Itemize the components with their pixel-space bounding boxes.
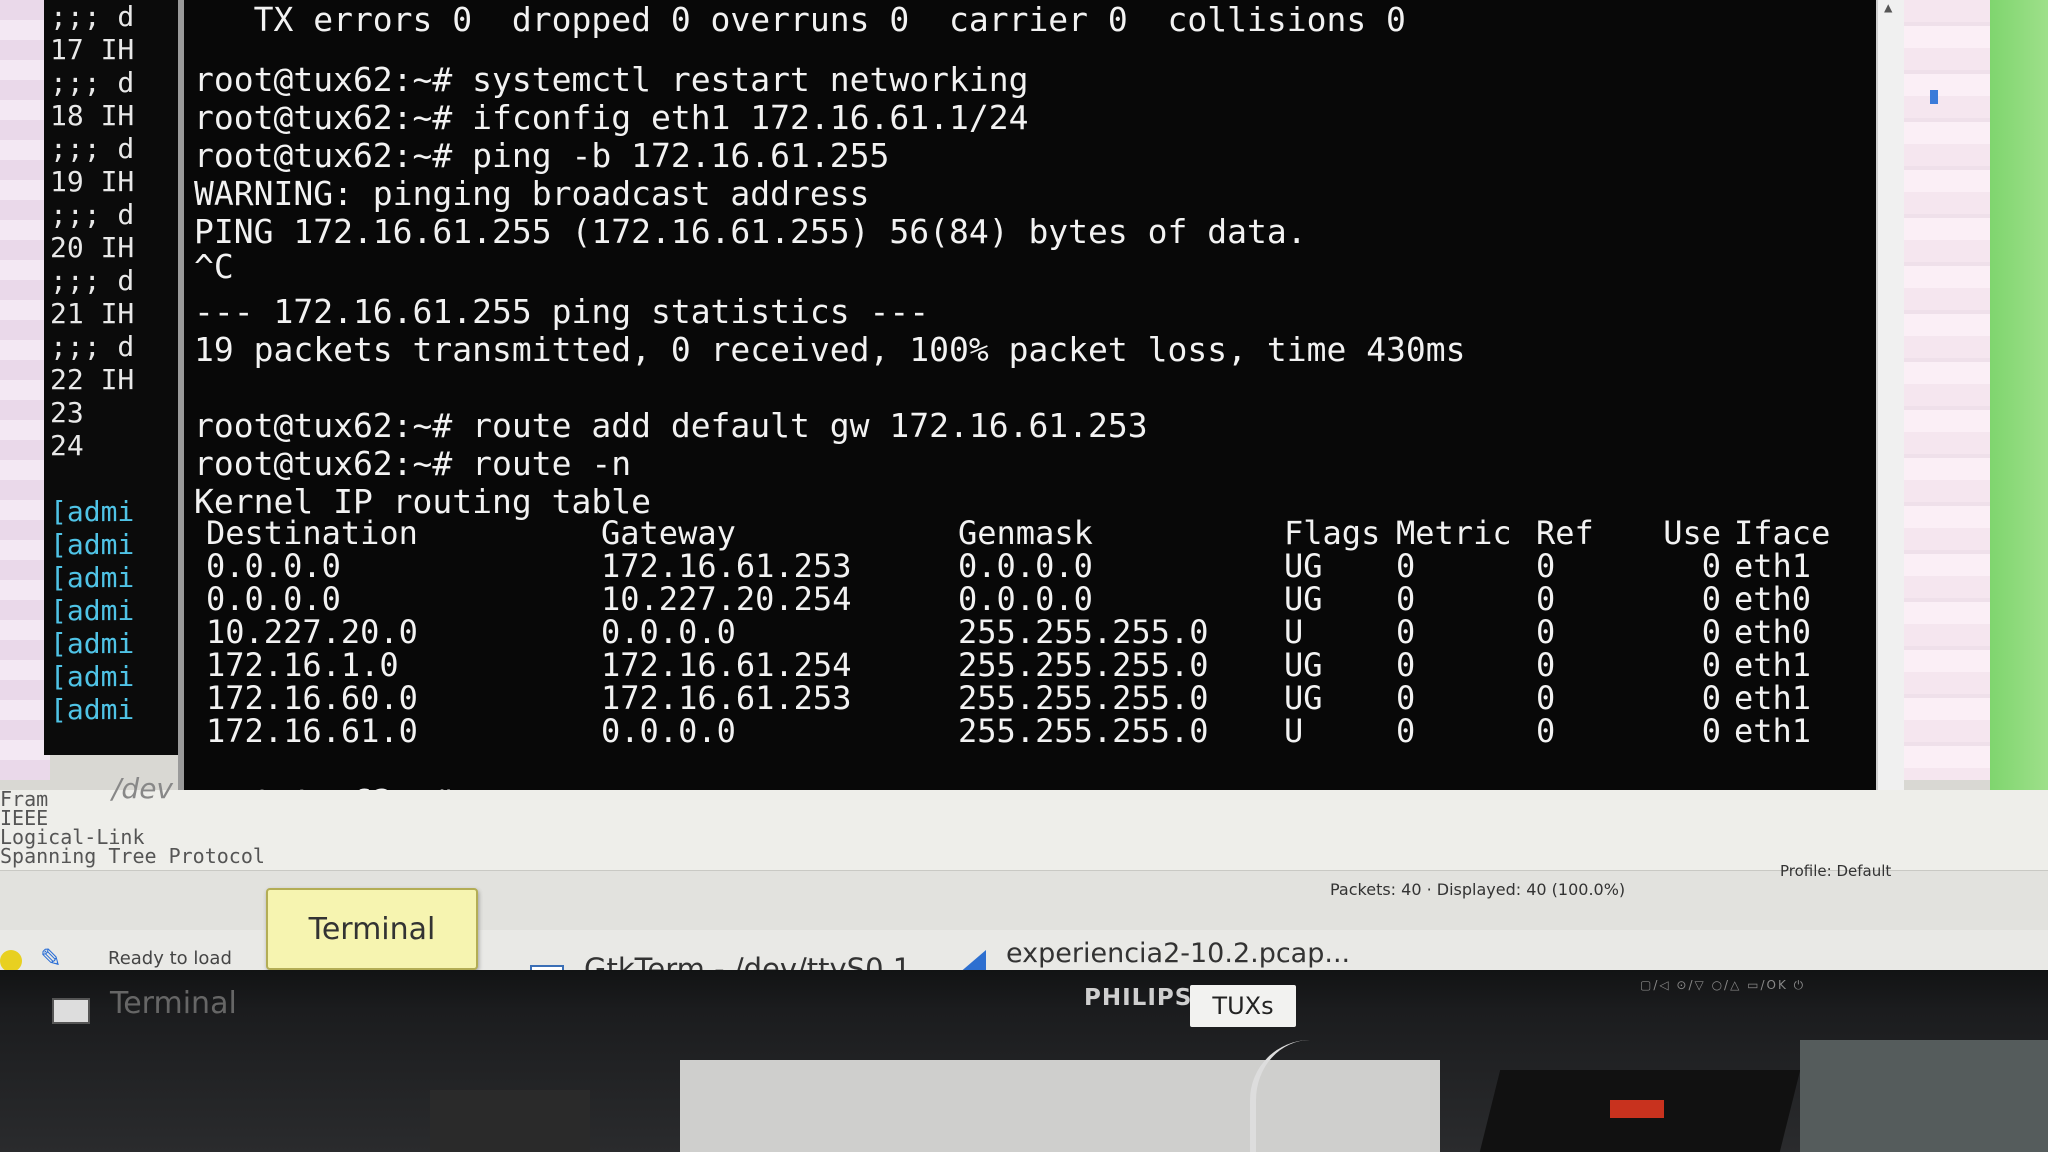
terminal-line: root@tux62:~# ifconfig eth1 172.16.61.1/… bbox=[194, 98, 1029, 137]
scroll-up-arrow-icon[interactable]: ▲ bbox=[1884, 0, 1892, 16]
left-terminal-line: 19 IH bbox=[50, 165, 135, 198]
monitor-controls[interactable]: ▢/◁ ⊙/▽ ○/△ ▭/OK ⏻ bbox=[1640, 978, 1805, 993]
table-cell: 0 bbox=[1396, 712, 1416, 750]
terminal-icon bbox=[52, 998, 90, 1024]
detail-line[interactable]: Spanning Tree Protocol bbox=[0, 846, 265, 866]
table-cell: eth1 bbox=[1734, 712, 1812, 750]
terminal-line: root@tux62:~# systemctl restart networki… bbox=[194, 60, 1029, 99]
terminal-window[interactable]: TX errors 0 dropped 0 overruns 0 carrier… bbox=[178, 0, 1904, 830]
left-terminal-line bbox=[44, 462, 194, 495]
left-terminal-line: 20 IH bbox=[50, 231, 135, 264]
admin-prompt-line: [admi bbox=[50, 495, 135, 528]
wireshark-packet-details: Fram IEEE Logical-Link Spanning Tree Pro… bbox=[0, 789, 265, 866]
monitor-brand-logo: PHILIPS bbox=[1084, 985, 1193, 1011]
wireshark-fin-icon bbox=[958, 950, 986, 970]
terminal-line: ^C bbox=[194, 247, 234, 286]
left-terminal-line: ;;; d bbox=[50, 66, 135, 99]
packets-count: Packets: 40 · Displayed: 40 (100.0%) bbox=[1330, 880, 1626, 899]
wireshark-packet-list-stripes bbox=[0, 0, 50, 780]
router-led bbox=[1610, 1100, 1664, 1118]
terminal-line: WARNING: pinging broadcast address bbox=[194, 174, 870, 213]
terminal-line: TX errors 0 dropped 0 overruns 0 carrier… bbox=[194, 0, 1406, 39]
admin-prompt-line: [admi bbox=[50, 627, 135, 660]
tux-sticker: TUXs bbox=[1190, 985, 1296, 1027]
table-cell: 172.16.61.0 bbox=[206, 712, 418, 750]
taskbar-item-wireshark[interactable]: experiencia2-10.2.pcap... bbox=[1006, 938, 1350, 969]
ready-status-text: Ready to load bbox=[108, 948, 232, 969]
terminal-line: root@tux62:~# route add default gw 172.1… bbox=[194, 406, 1148, 445]
admin-prompt-line: [admi bbox=[50, 561, 135, 594]
taskbar-item-gtkterm[interactable]: GtkTerm - /dev/ttyS0 1... bbox=[584, 952, 939, 970]
table-cell: 0 bbox=[1701, 712, 1721, 750]
left-terminal-line: 21 IH bbox=[50, 297, 135, 330]
left-terminal-line: ;;; d bbox=[50, 198, 135, 231]
admin-prompt-line: [admi bbox=[50, 660, 135, 693]
terminal-scrollbar[interactable]: ▲ ▼ bbox=[1876, 0, 1904, 824]
terminal-line: 19 packets transmitted, 0 received, 100%… bbox=[194, 330, 1466, 369]
left-terminal-line: 24 bbox=[50, 429, 84, 462]
desktop-background-green bbox=[1990, 0, 2048, 900]
desk-right-object bbox=[1800, 1040, 2048, 1152]
left-terminal-line: 18 IH bbox=[50, 99, 135, 132]
taskbar-item-terminal[interactable]: Terminal bbox=[110, 986, 237, 1021]
edit-pencil-icon[interactable]: ✎ bbox=[40, 944, 62, 970]
admin-prompt-line: [admi bbox=[50, 693, 135, 726]
terminal-line: root@tux62:~# ping -b 172.16.61.255 bbox=[194, 136, 890, 175]
terminal-line: --- 172.16.61.255 ping statistics --- bbox=[194, 292, 930, 331]
monitor-screen: ;;; d 17 IH;;; d 18 IH;;; d 19 IH;;; d 20 IH… bbox=[0, 0, 2048, 970]
left-terminal-window[interactable]: ;;; d 17 IH;;; d 18 IH;;; d 19 IH;;; d 20 IH… bbox=[44, 0, 197, 755]
network-switch bbox=[430, 1090, 590, 1152]
terminal-line: PING 172.16.61.255 (172.16.61.255) 56(84… bbox=[194, 212, 1307, 251]
left-terminal-line: ;;; d bbox=[50, 264, 135, 297]
table-cell: 0.0.0.0 bbox=[601, 712, 736, 750]
left-terminal-line: ;;; d bbox=[50, 330, 135, 363]
desk-equipment-shelf bbox=[680, 1060, 1440, 1152]
profile-label[interactable]: Profile: Default bbox=[1780, 862, 1891, 880]
left-terminal-line: 17 IH bbox=[50, 33, 135, 66]
status-indicator-icon bbox=[0, 950, 22, 970]
right-app-scroll-marker bbox=[1930, 90, 1938, 104]
left-terminal-line: 22 IH bbox=[50, 363, 135, 396]
admin-prompt-line: [admi bbox=[50, 528, 135, 561]
terminal-line: root@tux62:~# route -n bbox=[194, 444, 632, 483]
table-cell: 0 bbox=[1536, 712, 1556, 750]
left-terminal-line: ;;; d bbox=[50, 0, 135, 33]
table-cell: U bbox=[1284, 712, 1304, 750]
admin-prompt-line: [admi bbox=[50, 594, 135, 627]
left-terminal-line: 23 bbox=[50, 396, 84, 429]
terminal-tooltip: Terminal bbox=[266, 888, 478, 970]
left-terminal-line: ;;; d bbox=[50, 132, 135, 165]
table-cell: 255.255.255.0 bbox=[958, 712, 1209, 750]
